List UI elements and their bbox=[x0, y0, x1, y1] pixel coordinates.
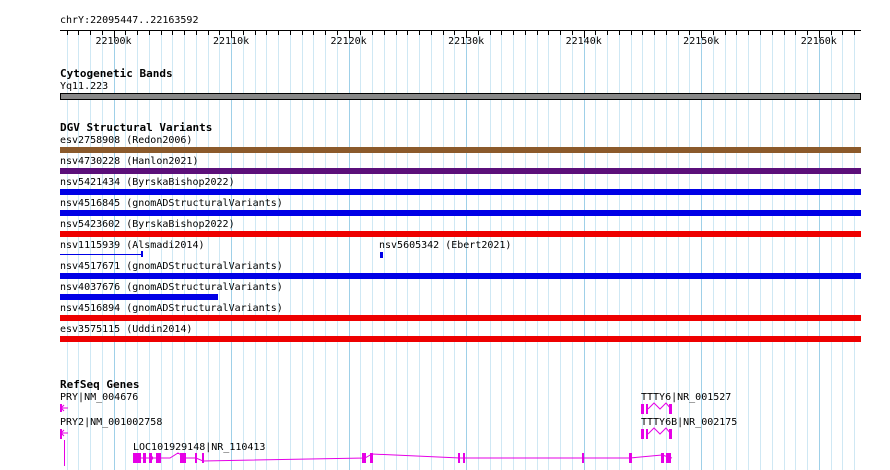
cytoband-track-title: Cytogenetic Bands bbox=[60, 67, 173, 80]
gene-loc101929148-exon bbox=[156, 453, 161, 463]
gene-ttty6-exon bbox=[641, 404, 644, 414]
gene-ttty6-exon bbox=[669, 404, 672, 414]
dgv-feature-label: nsv5605342 (Ebert2021) bbox=[379, 240, 512, 251]
dgv-feature-bar[interactable] bbox=[60, 254, 142, 255]
dgv-feature-label: nsv4517671 (gnomADStructuralVariants) bbox=[60, 261, 283, 272]
dgv-feature-label: nsv4516845 (gnomADStructuralVariants) bbox=[60, 198, 283, 209]
dgv-feature-bar[interactable] bbox=[60, 315, 861, 321]
dgv-feature-label: nsv5421434 (ByrskaBishop2022) bbox=[60, 177, 235, 188]
dgv-feature-label: esv3575115 (Uddin2014) bbox=[60, 324, 193, 335]
dgv-feature-bar[interactable] bbox=[60, 147, 861, 153]
ruler-tick-label: 22140k bbox=[565, 36, 602, 47]
ruler-tick-label: 22160k bbox=[800, 36, 837, 47]
dgv-feature-label: nsv5423602 (ByrskaBishop2022) bbox=[60, 219, 235, 230]
dgv-feature-label: nsv4730228 (Hanlon2021) bbox=[60, 156, 199, 167]
gene-loc101929148-exon bbox=[666, 453, 671, 463]
gene-loc101929148-exon bbox=[195, 453, 197, 463]
dgv-feature-end-cap bbox=[140, 251, 143, 257]
dgv-feature-bar[interactable] bbox=[60, 294, 219, 300]
dgv-feature-bar[interactable] bbox=[60, 189, 861, 195]
gene-loc101929148-exon bbox=[629, 453, 632, 463]
ruler-tick-label: 22110k bbox=[212, 36, 250, 47]
refseq-gene-glyphs[interactable] bbox=[0, 400, 890, 470]
genome-browser-view: chrY:22095447..22163592 22100k 22110k 2212… bbox=[0, 0, 890, 470]
cytoband-label: Yq11.223 bbox=[60, 81, 109, 92]
gene-loc101929148-exon bbox=[362, 453, 366, 463]
gene-loc101929148-exon bbox=[370, 453, 373, 463]
gene-pry-strand-arrow bbox=[60, 404, 68, 412]
gene-loc101929148-exon bbox=[180, 453, 186, 463]
dgv-feature-bar[interactable] bbox=[60, 231, 861, 237]
dgv-feature-label: nsv4516894 (gnomADStructuralVariants) bbox=[60, 303, 283, 314]
refseq-track-title: RefSeq Genes bbox=[60, 378, 140, 391]
ruler[interactable] bbox=[0, 0, 890, 50]
dgv-feature-bar[interactable] bbox=[60, 210, 861, 216]
gene-ttty6b-exon bbox=[669, 429, 672, 439]
gene-loc101929148-intron bbox=[141, 452, 673, 462]
dgv-feature-bar[interactable] bbox=[60, 273, 861, 279]
gene-loc101929148-exon bbox=[202, 453, 204, 463]
gene-loc101929148-exon bbox=[143, 453, 146, 463]
gene-loc101929148-exon bbox=[661, 453, 664, 463]
gene-pry2-strand-arrow bbox=[60, 429, 68, 437]
dgv-feature-bar[interactable] bbox=[60, 336, 861, 342]
dgv-feature-label: nsv4037676 (gnomADStructuralVariants) bbox=[60, 282, 283, 293]
dgv-feature-label: nsv1115939 (Alsmadi2014) bbox=[60, 240, 205, 251]
gene-loc101929148-exon bbox=[133, 453, 141, 463]
gene-pry2-tail bbox=[64, 440, 65, 466]
gene-ttty6-exon bbox=[646, 404, 648, 414]
ruler-tick-label: 22130k bbox=[448, 36, 485, 47]
ruler-tick-label: 22150k bbox=[683, 36, 720, 47]
gene-loc101929148-exon bbox=[463, 453, 465, 463]
cytoband-bar[interactable] bbox=[60, 93, 861, 100]
gene-loc101929148-exon bbox=[582, 453, 584, 463]
ruler-tick-label: 22120k bbox=[330, 36, 367, 47]
dgv-feature-bar[interactable] bbox=[60, 168, 861, 174]
gene-ttty6b-intron bbox=[647, 427, 672, 435]
dgv-feature-label: esv2758908 (Redon2006) bbox=[60, 135, 193, 146]
dgv-track-title: DGV Structural Variants bbox=[60, 121, 213, 134]
gene-ttty6b-exon bbox=[641, 429, 644, 439]
gene-ttty6-intron bbox=[647, 402, 672, 410]
gene-ttty6b-exon bbox=[646, 429, 648, 439]
gene-loc101929148-exon bbox=[458, 453, 460, 463]
dgv-feature-bar[interactable] bbox=[380, 252, 383, 258]
ruler-tick-label: 22100k bbox=[95, 36, 132, 47]
